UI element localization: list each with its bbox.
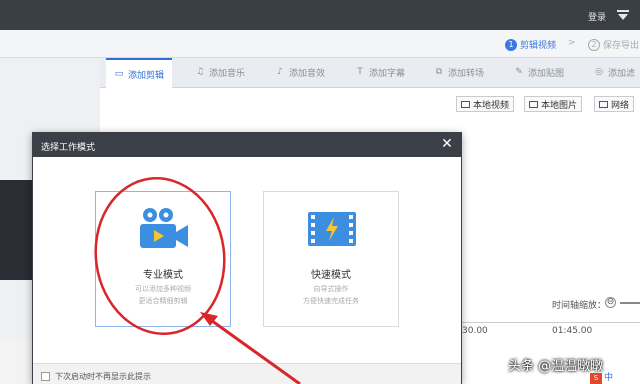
timeline-zoom-label: 时间轴缩放：	[552, 301, 607, 311]
select-mode-dialog: 选择工作模式 ✕ 专业模式 可以添加多种视频 更适合精细剪辑 快速模式 向导式操…	[32, 132, 462, 384]
tab-add-sticker[interactable]: ✎ 添加贴图	[514, 66, 565, 80]
title-bar: 登录	[0, 0, 640, 30]
card-description: 可以添加多种视频	[135, 285, 191, 293]
music-icon: ♫	[195, 67, 205, 77]
tab-label: 添加音效	[289, 69, 326, 79]
steps-bar: 1 剪辑视频 > 2 保存导出	[0, 30, 640, 58]
tab-add-clip[interactable]: ▭ 添加剪辑	[106, 58, 173, 88]
close-icon[interactable]: ✕	[439, 136, 455, 152]
card-title: 专业模式	[143, 270, 183, 281]
network-icon	[599, 100, 608, 108]
timeline-tick: 01:45.00	[552, 326, 593, 336]
tab-label: 添加贴图	[528, 69, 565, 79]
film-icon	[461, 100, 470, 108]
dialog-title: 选择工作模式	[41, 143, 96, 153]
professional-mode-card[interactable]: 专业模式 可以添加多种视频 更适合精细剪辑	[95, 191, 231, 327]
step-number: 1	[505, 38, 517, 51]
video-camera-icon: ▭	[114, 68, 124, 79]
step-edit-video[interactable]: 1 剪辑视频	[505, 38, 556, 51]
transition-icon: ⧉	[435, 67, 443, 77]
button-label: 本地视频	[473, 100, 510, 111]
zoom-slider[interactable]	[620, 302, 640, 304]
image-icon	[529, 100, 538, 108]
button-label: 本地图片	[541, 100, 578, 111]
quick-mode-card[interactable]: 快速模式 向导式操作 方便快速完成任务	[263, 191, 399, 327]
tab-add-filter[interactable]: ◎ 添加滤	[594, 66, 636, 80]
dialog-header: 选择工作模式 ✕	[33, 133, 461, 157]
film-strip-icon	[308, 212, 356, 246]
timeline-tick: 30.00	[462, 326, 488, 336]
watermark-text: 头条 @温温暾暾	[508, 359, 604, 374]
ime-language-indicator[interactable]: 中	[604, 373, 616, 384]
local-image-button[interactable]: 本地图片	[524, 96, 583, 112]
tab-add-transition[interactable]: ⧉ 添加转场	[434, 66, 485, 80]
login-button[interactable]: 登录	[588, 10, 606, 23]
tab-label: 添加剪辑	[128, 70, 165, 81]
step-number: 2	[588, 38, 600, 51]
zoom-out-icon[interactable]: ⊖	[605, 297, 616, 308]
ime-logo-icon[interactable]: S	[590, 373, 602, 384]
step-label: 保存导出	[603, 41, 640, 51]
dont-show-again-checkbox[interactable]	[41, 372, 50, 381]
tab-add-music[interactable]: ♫ 添加音乐	[195, 66, 246, 80]
tab-label: 添加滤	[608, 69, 636, 79]
card-description: 向导式操作	[313, 285, 349, 293]
tab-label: 添加音乐	[209, 69, 246, 79]
button-label: 网络	[611, 100, 630, 111]
tab-add-subtitle[interactable]: T 添加字幕	[355, 66, 406, 80]
local-video-button[interactable]: 本地视频	[456, 96, 515, 112]
dont-show-again-label[interactable]: 下次启动时不再显示此提示	[55, 371, 151, 382]
step-label: 剪辑视频	[520, 41, 557, 51]
sticker-icon: ✎	[515, 67, 523, 77]
tab-add-sound-effect[interactable]: ♪ 添加音效	[275, 66, 326, 80]
tab-label: 添加字幕	[369, 69, 406, 79]
card-description: 更适合精细剪辑	[138, 297, 188, 305]
dropdown-menu-icon[interactable]	[616, 9, 630, 21]
tab-label: 添加转场	[448, 69, 485, 79]
card-title: 快速模式	[311, 270, 351, 281]
timeline-ruler	[462, 322, 640, 323]
card-description: 方便快速完成任务	[303, 297, 359, 305]
network-source-button[interactable]: 网络	[594, 96, 635, 112]
tab-bar: ▭ 添加剪辑 ♫ 添加音乐 ♪ 添加音效 T 添加字幕 ⧉ 添加转场 ✎ 添加贴…	[100, 58, 640, 88]
step-save-export[interactable]: 2 保存导出	[588, 38, 639, 51]
chevron-right-icon: >	[568, 38, 576, 48]
dialog-footer: 下次启动时不再显示此提示	[33, 363, 461, 384]
text-icon: T	[357, 67, 363, 77]
filter-icon: ◎	[595, 67, 603, 77]
movie-camera-icon	[140, 208, 188, 248]
sound-effect-icon: ♪	[277, 67, 283, 77]
